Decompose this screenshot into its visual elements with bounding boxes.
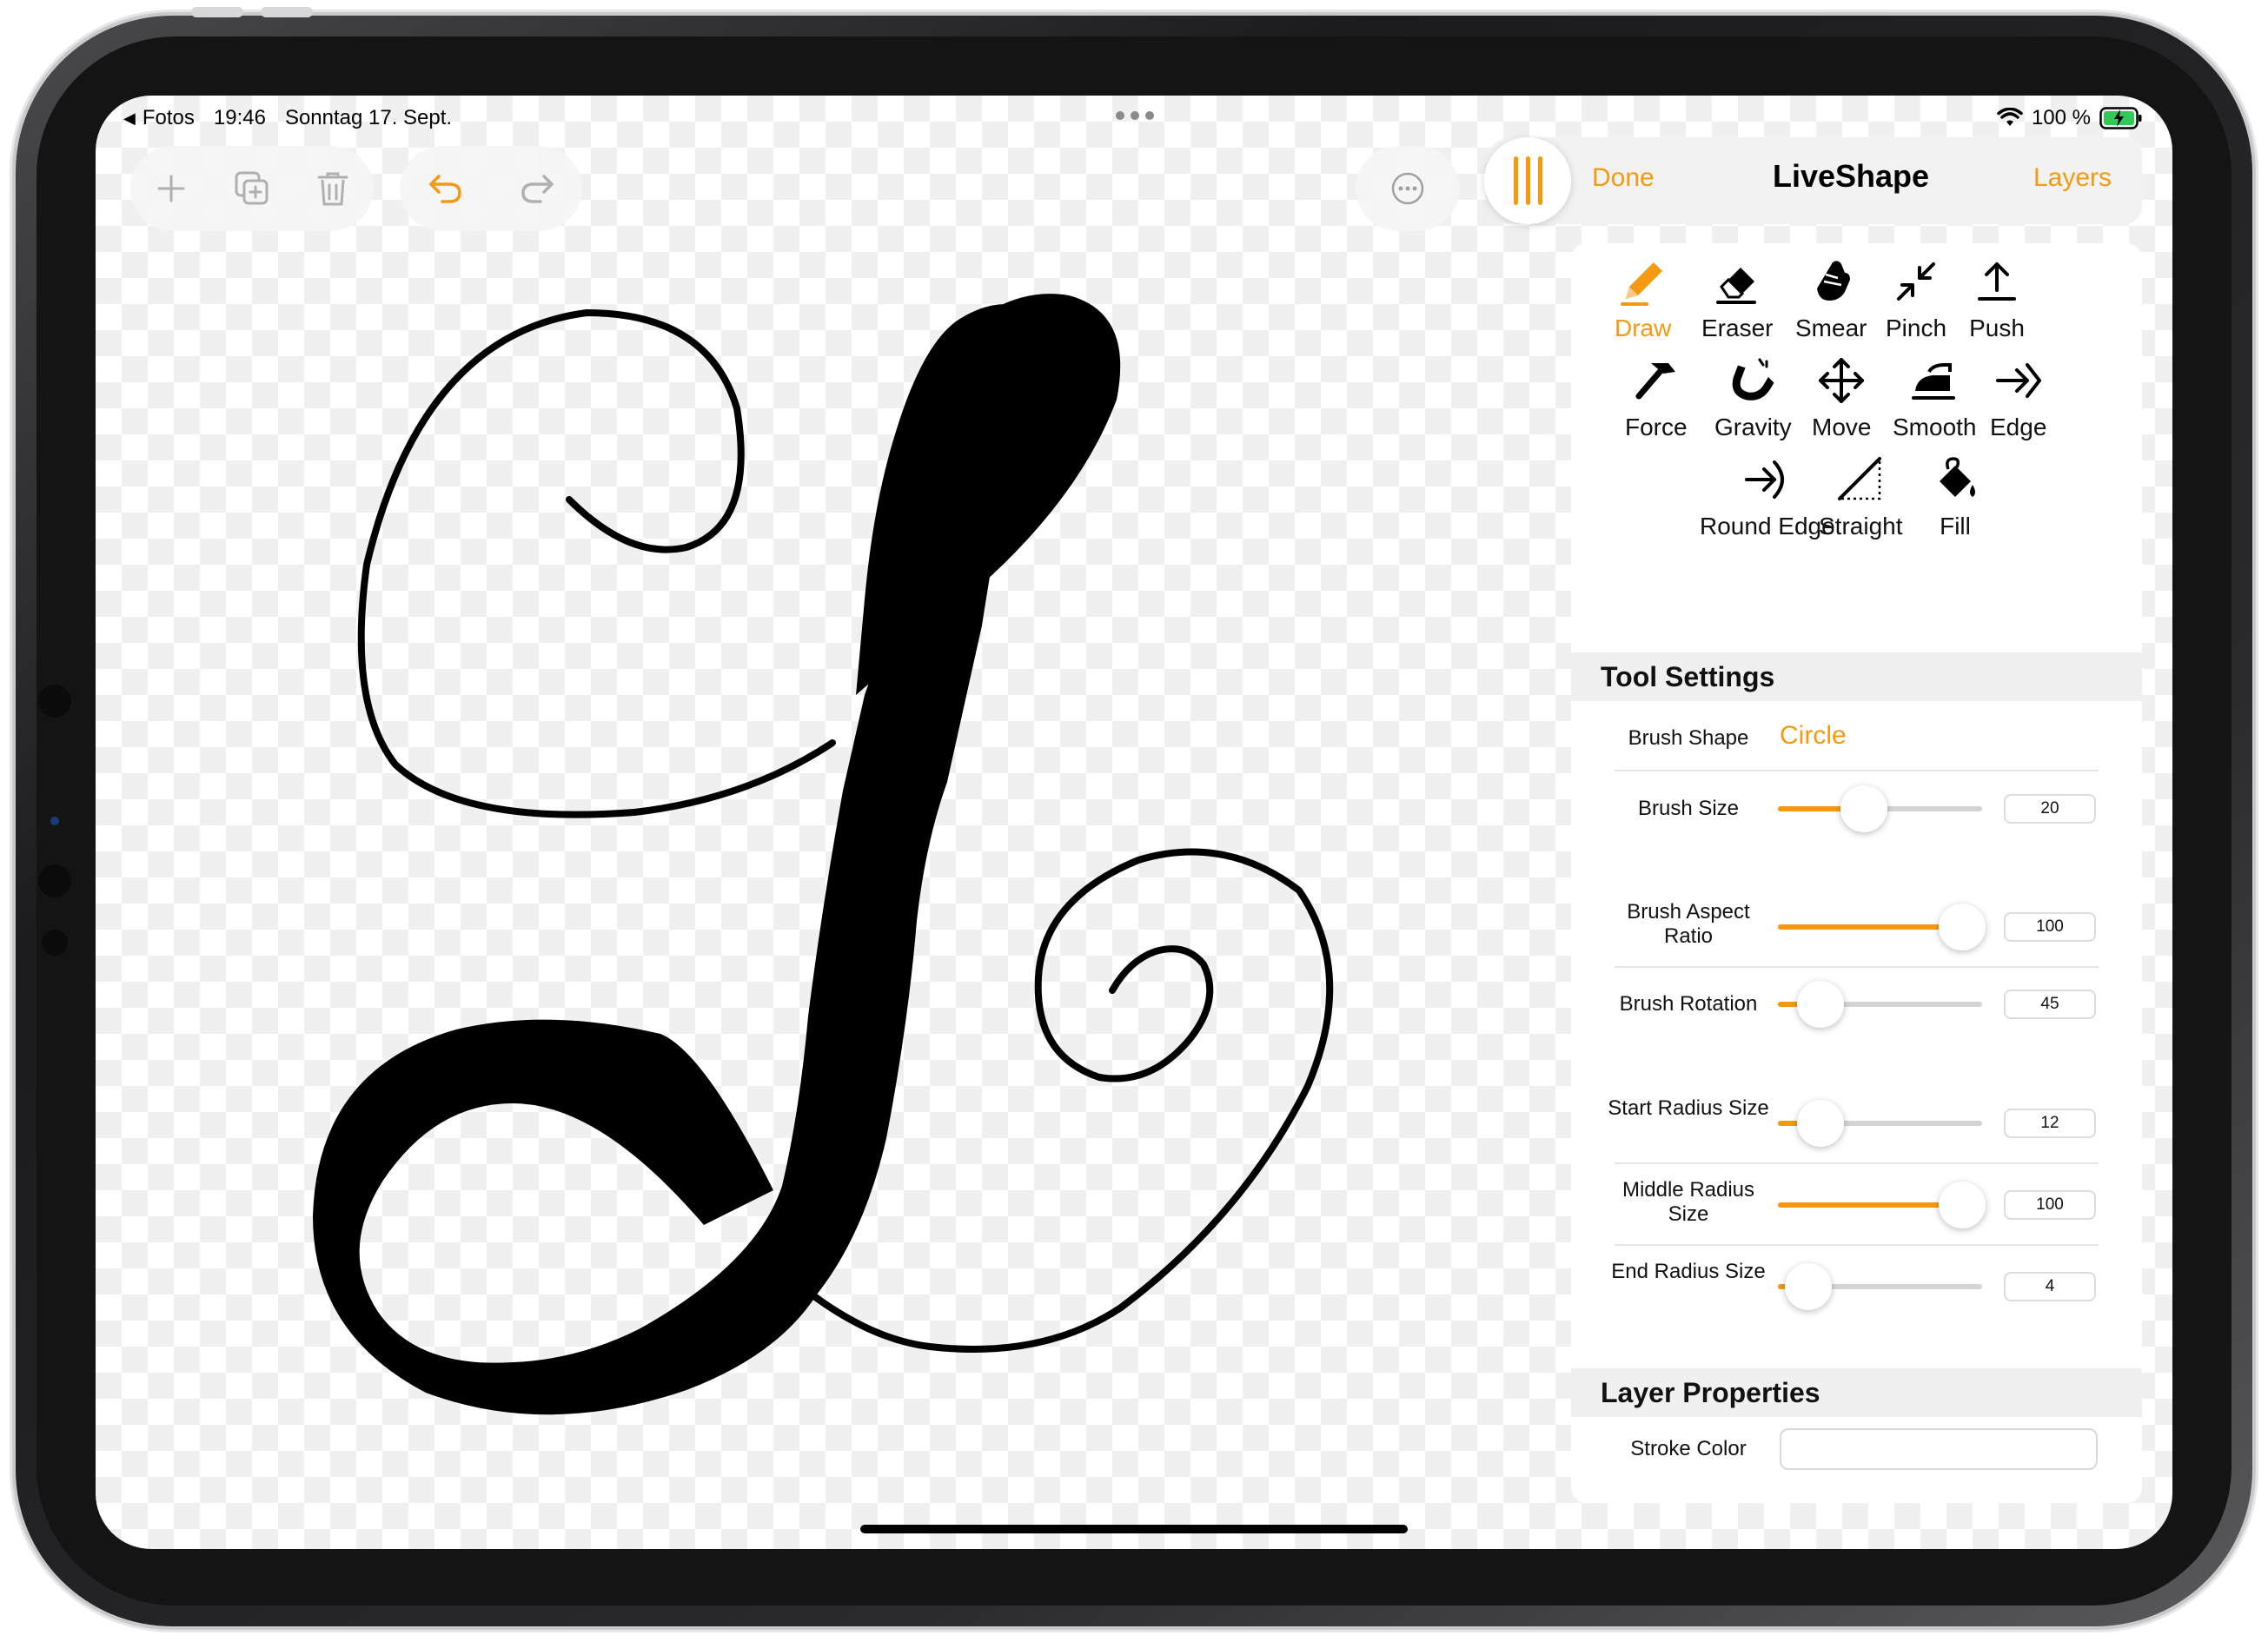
sensor-dot — [38, 685, 71, 718]
tool-label: Gravity — [1714, 414, 1792, 440]
sensor-dot — [42, 930, 68, 956]
slider-knob[interactable] — [1797, 981, 1844, 1028]
tool-push[interactable]: Push — [1969, 254, 2025, 342]
brush-rotation-label: Brush Rotation — [1619, 992, 1758, 1016]
stroke-main-shape[interactable] — [313, 294, 1121, 1415]
grip-line-icon — [1537, 156, 1542, 205]
arrow-edge-icon — [1995, 363, 2041, 398]
tool-label: Draw — [1615, 314, 1672, 341]
grip-line-icon — [1513, 156, 1518, 205]
tool-label: Eraser — [1701, 314, 1774, 341]
liveshape-panel: Draw Eraser Smear Pinch Push Force Gravi… — [1571, 243, 2142, 1503]
grip-line-icon — [1525, 156, 1530, 205]
eraser-icon — [1716, 268, 1757, 304]
tool-label: Smear — [1795, 314, 1867, 341]
layers-button[interactable]: Layers — [2033, 163, 2112, 193]
tool-settings-header: Tool Settings — [1571, 652, 2142, 701]
arrow-round-edge-icon — [1744, 460, 1784, 499]
slider-fill — [1778, 924, 1962, 930]
tool-label: Force — [1625, 414, 1688, 440]
wifi-icon — [1997, 108, 2023, 126]
slider-knob[interactable] — [1939, 904, 1986, 950]
move-arrows-icon — [1819, 358, 1865, 403]
hardware-button — [261, 7, 313, 17]
magnet-icon — [1733, 358, 1777, 401]
slider-knob[interactable] — [1785, 1263, 1832, 1310]
brush-aspect-ratio-slider[interactable] — [1778, 904, 1986, 950]
sensor-dot — [38, 864, 71, 897]
middle-radius-slider[interactable] — [1778, 1182, 1986, 1228]
tool-label: Smooth — [1893, 414, 1977, 440]
start-radius-value[interactable]: 12 — [2004, 1109, 2096, 1138]
tool-straight[interactable]: Straight — [1819, 452, 1903, 540]
end-radius-slider[interactable] — [1778, 1263, 1982, 1310]
tool-move[interactable]: Move — [1812, 353, 1871, 441]
brush-size-slider[interactable] — [1778, 785, 1982, 832]
slider-knob[interactable] — [1939, 1182, 1986, 1228]
pencil-icon — [1620, 262, 1662, 306]
slider-fill — [1778, 1202, 1962, 1208]
brush-shape-label: Brush Shape — [1628, 726, 1749, 750]
tool-round-edge[interactable]: Round Edge — [1700, 452, 1835, 540]
panel-title: LiveShape — [1773, 158, 1930, 194]
brush-aspect-ratio-label: Brush Aspect Ratio — [1627, 900, 1750, 948]
stroke-color-well[interactable] — [1780, 1428, 2098, 1470]
drawing-canvas[interactable] — [96, 96, 1521, 1549]
tool-label: Fill — [1940, 513, 1971, 540]
tool-eraser[interactable]: Eraser — [1701, 254, 1773, 342]
tool-label: Edge — [1990, 414, 2047, 440]
brush-shape-selector[interactable]: Circle — [1780, 721, 1847, 751]
divider — [1615, 1244, 2099, 1246]
tool-draw[interactable]: Draw — [1615, 254, 1671, 342]
finger-smear-icon — [1817, 261, 1851, 301]
tool-smear[interactable]: Smear — [1795, 254, 1867, 342]
screen: ◀ Fotos 19:46 Sonntag 17. Sept. 100 % Do… — [96, 96, 2172, 1549]
tool-label: Pinch — [1886, 314, 1947, 341]
tool-label: Push — [1969, 314, 2025, 341]
battery-percent: 100 % — [2031, 106, 2091, 129]
stroke-upper-loop[interactable] — [357, 308, 836, 818]
brush-size-label: Brush Size — [1637, 797, 1740, 820]
brush-rotation-value[interactable]: 45 — [2004, 990, 2096, 1019]
tool-fill[interactable]: Fill — [1927, 452, 1983, 540]
diagonal-line-icon — [1838, 457, 1882, 500]
pinch-arrows-icon — [1897, 262, 1936, 301]
start-radius-label: Start Radius Size — [1608, 1096, 1769, 1120]
start-radius-slider[interactable] — [1778, 1100, 1982, 1147]
tool-edge[interactable]: Edge — [1990, 353, 2046, 441]
hammer-icon — [1635, 363, 1675, 400]
tool-label: Move — [1812, 414, 1872, 440]
arrow-up-icon — [1978, 262, 2016, 301]
brush-rotation-slider[interactable] — [1778, 981, 1982, 1028]
middle-radius-value[interactable]: 100 — [2004, 1190, 2096, 1220]
tool-label: Straight — [1819, 513, 1903, 540]
paint-bucket-icon — [1940, 457, 1975, 497]
slider-knob[interactable] — [1797, 1100, 1844, 1147]
panel-resize-handle[interactable] — [1484, 137, 1571, 224]
divider — [1615, 1162, 2099, 1164]
done-button[interactable]: Done — [1592, 163, 1655, 193]
battery-charging-icon — [2099, 107, 2142, 129]
divider — [1615, 966, 2099, 968]
slider-knob[interactable] — [1840, 785, 1887, 832]
home-indicator[interactable] — [860, 1525, 1408, 1533]
middle-radius-label: Middle Radius Size — [1621, 1178, 1755, 1226]
end-radius-value[interactable]: 4 — [2004, 1272, 2096, 1301]
divider — [1615, 770, 2099, 771]
tool-smooth[interactable]: Smooth — [1893, 353, 1977, 441]
brush-size-value[interactable]: 20 — [2004, 794, 2096, 824]
tool-label: Round Edge — [1700, 513, 1835, 540]
brush-aspect-ratio-value[interactable]: 100 — [2004, 912, 2096, 942]
stroke-color-label: Stroke Color — [1630, 1437, 1747, 1460]
iron-icon — [1912, 363, 1956, 400]
end-radius-label: End Radius Size — [1611, 1260, 1766, 1283]
tool-pinch[interactable]: Pinch — [1886, 254, 1946, 342]
hardware-button — [191, 7, 243, 17]
layer-properties-header: Layer Properties — [1571, 1368, 2142, 1417]
tool-force[interactable]: Force — [1625, 353, 1688, 441]
tool-gravity[interactable]: Gravity — [1714, 353, 1792, 441]
camera-lens — [50, 817, 59, 825]
